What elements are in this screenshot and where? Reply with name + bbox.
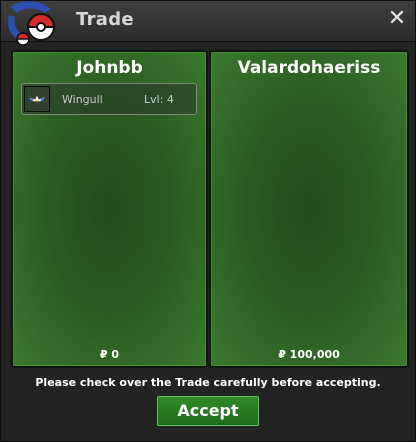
close-icon[interactable]: ✕ xyxy=(387,8,407,30)
item-level: Lvl: 4 xyxy=(144,93,174,106)
trade-window: Trade ✕ Johnbb Wingull Lvl: 4 ₽ 0 Valard… xyxy=(0,0,416,442)
title-bar[interactable]: Trade ✕ xyxy=(1,1,415,46)
their-offer-panel: Valardohaeriss ₽ 100,000 xyxy=(209,50,409,368)
trade-notice: Please check over the Trade carefully be… xyxy=(35,376,381,389)
player-name: Johnbb xyxy=(76,58,143,78)
player-name: Valardohaeriss xyxy=(237,58,381,78)
money-offer: ₽ 0 xyxy=(99,348,120,361)
my-offer-panel: Johnbb Wingull Lvl: 4 ₽ 0 xyxy=(11,50,208,368)
pokeball-logo-icon xyxy=(7,1,56,46)
trade-item-row[interactable]: Wingull Lvl: 4 xyxy=(21,83,197,115)
money-offer: ₽ 100,000 xyxy=(278,348,340,361)
window-title: Trade xyxy=(76,9,134,30)
item-name: Wingull xyxy=(62,93,103,106)
wingull-icon xyxy=(24,86,50,112)
accept-button[interactable]: Accept xyxy=(157,396,259,426)
